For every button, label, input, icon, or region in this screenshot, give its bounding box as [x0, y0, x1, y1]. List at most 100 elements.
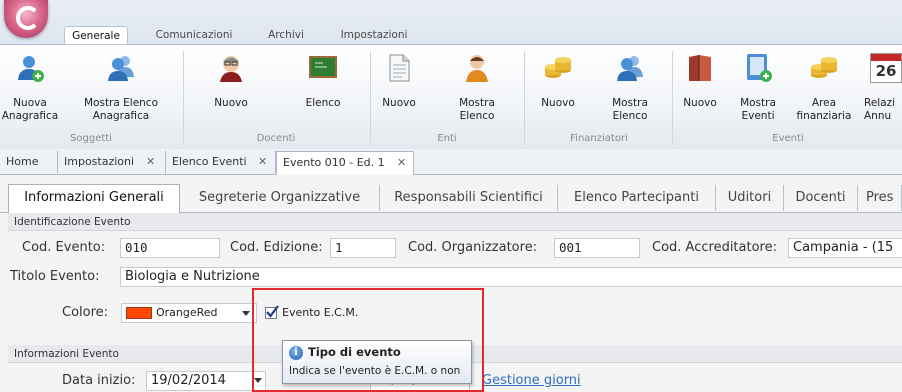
tab-pres[interactable]: Pres: [858, 185, 902, 211]
ribbon-button-label: Nuovo: [683, 97, 717, 109]
titolo-evento-label: Titolo Evento:: [10, 269, 100, 284]
tab-archivi[interactable]: Archivi: [260, 26, 312, 44]
notebook-add-icon: [747, 54, 772, 82]
group-divider: [672, 51, 673, 145]
doc-tab-evento-010[interactable]: Evento 010 - Ed. 1 ✕: [276, 151, 414, 175]
nuovo-docente-button[interactable]: Nuovo: [188, 51, 274, 127]
data-inizio-label: Data inizio:: [62, 373, 136, 388]
group-label-finanziatori: Finanziatori: [570, 133, 628, 144]
close-icon[interactable]: ✕: [397, 152, 406, 174]
tooltip-text: Indica se l'evento è E.C.M. o non: [289, 365, 461, 377]
close-icon[interactable]: ✕: [258, 151, 267, 173]
ribbon-button-label: Mostra Eventi: [740, 97, 776, 122]
ribbon: Nuova Anagrafica Mostra Elenco Anagrafic…: [0, 44, 902, 150]
nuovo-ente-button[interactable]: Nuovo: [374, 51, 424, 127]
elenco-docenti-button[interactable]: Elenco: [282, 51, 364, 127]
evento-ecm-label[interactable]: Evento E.C.M.: [282, 304, 358, 322]
blackboard-icon: [309, 56, 337, 78]
document-icon: [389, 54, 410, 82]
tab-uditori[interactable]: Uditori: [716, 185, 784, 211]
tab-comunicazioni[interactable]: Comunicazioni: [152, 26, 236, 44]
group-divider: [183, 51, 184, 145]
cod-edizione-label: Cod. Edizione:: [230, 240, 323, 255]
new-person-icon: [18, 56, 44, 82]
mostra-elenco-enti-button[interactable]: Mostra Elenco: [432, 51, 522, 127]
ribbon-button-label: Mostra Elenco: [459, 97, 495, 122]
cod-organizzatore-label: Cod. Organizzatore:: [408, 240, 538, 255]
relazione-annuale-button[interactable]: 26 Relazi Annu: [858, 51, 902, 127]
colore-select[interactable]: OrangeRed: [121, 303, 257, 323]
data-inizio-field[interactable]: 19/02/2014: [146, 371, 266, 391]
ribbon-button-label: Nuovo: [541, 97, 575, 109]
gestione-giorni-link[interactable]: Gestione giorni: [482, 371, 581, 391]
ribbon-button-label: Mostra Elenco Anagrafica: [83, 97, 159, 122]
mostra-elenco-finanziatori-button[interactable]: Mostra Elenco: [590, 51, 670, 127]
tab-impostazioni[interactable]: Impostazioni: [336, 26, 412, 44]
nuova-anagrafica-button[interactable]: Nuova Anagrafica: [0, 51, 60, 127]
colore-value: OrangeRed: [156, 306, 218, 319]
teacher-icon: [220, 56, 242, 82]
application-menu-button[interactable]: [4, 0, 48, 38]
section-identificazione-header: Identificazione Evento: [8, 213, 902, 231]
tooltip-title: Tipo di evento: [308, 345, 401, 359]
nuovo-evento-button[interactable]: Nuovo: [674, 51, 726, 127]
book-icon: [689, 55, 711, 81]
evento-ecm-checkbox[interactable]: [265, 305, 279, 319]
ribbon-button-label: Nuovo: [382, 97, 416, 109]
group-divider: [370, 51, 371, 145]
title-bar: Generale Comunicazioni Archivi Impostazi…: [0, 0, 902, 45]
doc-tab-label: Home: [6, 155, 39, 168]
color-swatch: [126, 307, 152, 319]
group-label-enti: Enti: [437, 133, 457, 144]
tab-docenti[interactable]: Docenti: [784, 185, 858, 211]
people-icon: [617, 56, 643, 81]
mostra-elenco-anagrafica-button[interactable]: Mostra Elenco Anagrafica: [64, 51, 178, 127]
ribbon-button-label: Area finanziaria: [796, 97, 852, 122]
titolo-evento-field[interactable]: Biologia e Nutrizione: [120, 267, 902, 287]
group-label-eventi: Eventi: [772, 133, 804, 144]
doc-tab-label: Elenco Eventi: [172, 155, 247, 168]
tab-responsabili-scientifici[interactable]: Responsabili Scientifici: [380, 185, 558, 211]
info-icon: i: [289, 346, 303, 360]
mostra-eventi-button[interactable]: Mostra Eventi: [728, 51, 788, 127]
tab-informazioni-generali[interactable]: Informazioni Generali: [8, 184, 180, 213]
cod-accreditatore-label: Cod. Accreditatore:: [652, 240, 777, 255]
cod-evento-label: Cod. Evento:: [22, 240, 106, 255]
doc-tab-label: Impostazioni: [64, 155, 135, 168]
doc-tab-elenco-eventi[interactable]: Elenco Eventi ✕: [166, 151, 276, 173]
coins-icon: [811, 57, 837, 78]
ribbon-button-label: Elenco: [305, 97, 341, 109]
document-tab-strip: Home Impostazioni ✕ Elenco Eventi ✕ Even…: [0, 149, 902, 175]
close-icon[interactable]: ✕: [146, 151, 155, 173]
ribbon-button-label: Nuovo: [214, 97, 248, 109]
group-label-soggetti: Soggetti: [70, 133, 112, 144]
person-icon: [466, 55, 488, 82]
area-finanziaria-button[interactable]: Area finanziaria: [792, 51, 856, 127]
cod-edizione-field[interactable]: 1: [330, 238, 396, 258]
coins-icon: [545, 57, 571, 78]
group-divider: [524, 51, 525, 145]
colore-label: Colore:: [62, 305, 109, 320]
checkmark-icon: [266, 305, 279, 318]
nuovo-finanziatore-button[interactable]: Nuovo: [528, 51, 588, 127]
tab-generale[interactable]: Generale: [64, 26, 128, 45]
group-label-docenti: Docenti: [256, 133, 296, 144]
cod-accreditatore-field[interactable]: Campania - (15: [788, 238, 902, 258]
tab-elenco-partecipanti[interactable]: Elenco Partecipanti: [558, 185, 716, 211]
ribbon-button-label: Mostra Elenco: [612, 97, 648, 122]
ribbon-button-label: Relazi Annu: [864, 97, 896, 122]
doc-tab-home[interactable]: Home: [0, 151, 58, 173]
chevron-down-icon[interactable]: [254, 378, 262, 383]
tooltip: i Tipo di evento Indica se l'evento è E.…: [282, 340, 472, 384]
doc-tab-label: Evento 010 - Ed. 1: [283, 156, 385, 169]
doc-tab-impostazioni[interactable]: Impostazioni ✕: [58, 151, 166, 173]
ribbon-button-label: Nuova Anagrafica: [1, 97, 59, 122]
chevron-down-icon[interactable]: [242, 311, 250, 316]
tab-segreterie-organizzative[interactable]: Segreterie Organizzative: [180, 185, 380, 211]
app-logo-icon: [16, 6, 40, 30]
people-icon: [108, 56, 134, 81]
cod-organizzatore-field[interactable]: 001: [554, 238, 640, 258]
calendar-number: 26: [875, 62, 897, 80]
calendar-icon: 26: [870, 53, 902, 83]
cod-evento-field[interactable]: 010: [120, 238, 220, 258]
